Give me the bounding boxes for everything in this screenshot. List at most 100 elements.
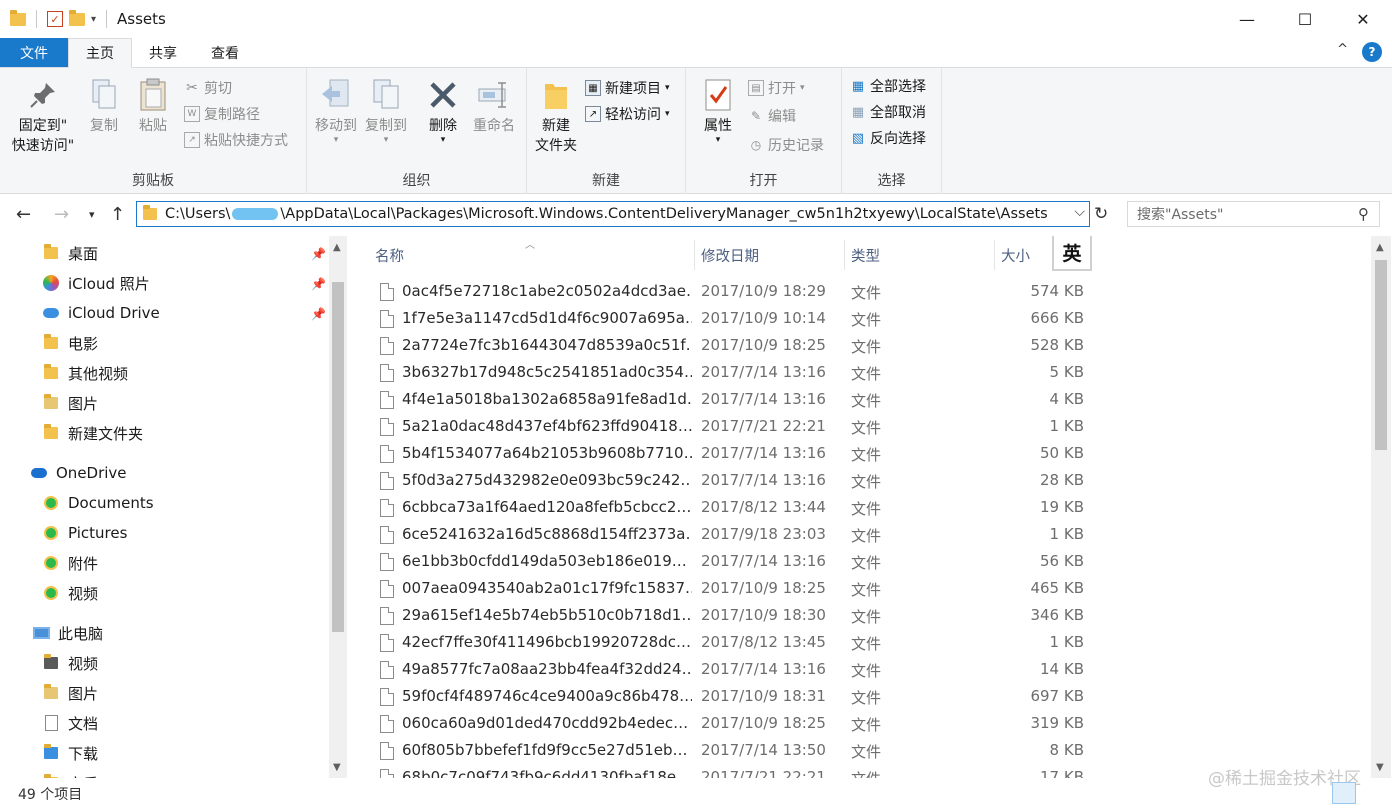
- nav-item-new-folder[interactable]: 新建文件夹: [42, 419, 143, 447]
- nav-item-other-videos[interactable]: 其他视频: [42, 359, 128, 387]
- pin-icon[interactable]: 📌: [311, 307, 326, 321]
- nav-item-onedrive-pictures[interactable]: Pictures: [42, 519, 127, 547]
- column-type[interactable]: 类型: [851, 245, 880, 266]
- copy-button[interactable]: 复制: [84, 78, 124, 136]
- nav-item-pc-documents[interactable]: 文档: [42, 709, 98, 737]
- collapse-ribbon-icon[interactable]: ^: [1337, 42, 1348, 62]
- select-all-button[interactable]: ▦ 全部选择: [850, 76, 926, 96]
- file-row[interactable]: 59f0cf4f489746c4ce9400a9c86b478… 2017/10/…: [350, 683, 1370, 710]
- nav-item-onedrive-videos[interactable]: 视频: [42, 579, 98, 607]
- file-date: 2017/7/14 13:16: [701, 363, 826, 381]
- file-row[interactable]: 3b6327b17d948c5c2541851ad0c354… 2017/7/14…: [350, 359, 1370, 386]
- nav-item-pc-pictures[interactable]: 图片: [42, 679, 98, 707]
- copy-to-button[interactable]: 复制到 ▾: [363, 78, 409, 145]
- back-arrow-icon[interactable]: ←: [16, 204, 31, 225]
- file-icon: [380, 337, 394, 355]
- forward-arrow-icon[interactable]: →: [54, 204, 69, 225]
- file-row[interactable]: 42ecf7ffe30f411496bcb19920728dc… 2017/8/1…: [350, 629, 1370, 656]
- cut-button[interactable]: ✂ 剪切: [184, 78, 232, 98]
- delete-button[interactable]: 删除 ▾: [423, 78, 463, 145]
- details-view-icon[interactable]: [1332, 782, 1356, 804]
- scroll-down-arrow-icon[interactable]: ▼: [1376, 762, 1384, 773]
- file-row[interactable]: 6cbbca73a1f64aed120a8fefb5cbcc2… 2017/8/1…: [350, 494, 1370, 521]
- file-row[interactable]: 6e1bb3b0cfdd149da503eb186e019… 2017/7/14 …: [350, 548, 1370, 575]
- select-none-button[interactable]: ▦ 全部取消: [850, 102, 926, 122]
- file-icon: [380, 580, 394, 598]
- file-row[interactable]: 5b4f1534077a64b21053b9608b7710… 2017/7/14…: [350, 440, 1370, 467]
- pin-icon[interactable]: 📌: [311, 277, 326, 291]
- tab-file[interactable]: 文件: [0, 38, 68, 67]
- nav-scrollbar[interactable]: ▲ ▼: [329, 236, 347, 778]
- large-icons-view-icon[interactable]: [1360, 782, 1384, 804]
- invert-selection-button[interactable]: ▧ 反向选择: [850, 128, 926, 148]
- pin-quick-access-button[interactable]: 固定到" 快速访问": [8, 78, 78, 156]
- file-row[interactable]: 060ca60a9d01ded470cdd92b4edec… 2017/10/9 …: [350, 710, 1370, 737]
- open-button[interactable]: ▤ 打开 ▾: [748, 78, 805, 98]
- paste-shortcut-button[interactable]: ↗ 粘贴快捷方式: [184, 130, 288, 150]
- refresh-icon[interactable]: ↻: [1094, 204, 1108, 224]
- help-icon[interactable]: ?: [1362, 42, 1382, 62]
- nav-item-pc-music[interactable]: 音乐: [42, 769, 98, 778]
- file-list-scrollbar-track[interactable]: ▲ ▼: [1371, 236, 1391, 778]
- nav-item-attachments[interactable]: 附件: [42, 549, 98, 577]
- history-button[interactable]: ◷ 历史记录: [748, 135, 824, 155]
- properties-icon[interactable]: ✓: [47, 11, 63, 27]
- new-folder-button[interactable]: 新建 文件夹: [531, 78, 581, 156]
- file-row[interactable]: 60f805b7bbefef1fd9f9cc5e27d51eb… 2017/7/1…: [350, 737, 1370, 764]
- file-row[interactable]: 007aea0943540ab2a01c17f9fc15837… 2017/10/…: [350, 575, 1370, 602]
- file-list-scrollbar-thumb[interactable]: [1375, 260, 1387, 450]
- recent-locations-icon[interactable]: ▾: [89, 208, 95, 221]
- nav-item-pc-videos[interactable]: 视频: [42, 649, 98, 677]
- nav-scrollbar-thumb[interactable]: [332, 282, 344, 632]
- nav-item-icloud-photos[interactable]: iCloud 照片: [42, 269, 150, 297]
- minimize-button[interactable]: —: [1218, 0, 1276, 38]
- paste-button[interactable]: 粘贴: [133, 78, 173, 136]
- nav-item-movies[interactable]: 电影: [42, 329, 98, 357]
- new-item-button[interactable]: ▦ 新建项目 ▾: [585, 78, 670, 98]
- file-row[interactable]: 5a21a0dac48d437ef4bf623ffd90418… 2017/7/2…: [350, 413, 1370, 440]
- scroll-up-arrow-icon[interactable]: ▲: [1376, 242, 1384, 253]
- file-row[interactable]: 29a615ef14e5b74eb5b510c0b718d1… 2017/10/9…: [350, 602, 1370, 629]
- scroll-up-arrow-icon[interactable]: ▲: [333, 242, 341, 253]
- address-dropdown-icon[interactable]: ⌵: [1074, 204, 1085, 220]
- nav-item-onedrive[interactable]: OneDrive: [30, 459, 127, 487]
- column-size[interactable]: 大小: [1001, 245, 1030, 266]
- pin-icon[interactable]: 📌: [311, 247, 326, 261]
- new-folder-icon[interactable]: [69, 9, 85, 26]
- navigation-pane: 桌面 📌 iCloud 照片 📌 iCloud Drive 📌 电影 其他视频 …: [0, 236, 350, 778]
- file-type: 文件: [851, 635, 882, 653]
- file-row[interactable]: 6ce5241632a16d5c8868d154ff2373a… 2017/9/1…: [350, 521, 1370, 548]
- file-row[interactable]: 4f4e1a5018ba1302a6858a91fe8ad1d… 2017/7/1…: [350, 386, 1370, 413]
- file-row[interactable]: 0ac4f5e72718c1abe2c0502a4dcd3ae… 2017/10/…: [350, 278, 1370, 305]
- column-modified-date[interactable]: 修改日期: [701, 245, 759, 266]
- easy-access-button[interactable]: ↗ 轻松访问 ▾: [585, 104, 670, 124]
- move-to-button[interactable]: 移动到 ▾: [313, 78, 359, 145]
- nav-item-icloud-drive[interactable]: iCloud Drive: [42, 299, 160, 327]
- tab-view[interactable]: 查看: [194, 38, 256, 67]
- up-arrow-icon[interactable]: ↑: [110, 204, 125, 225]
- customize-toolbar-icon[interactable]: ▾: [91, 14, 96, 25]
- tab-home[interactable]: 主页: [68, 38, 132, 68]
- file-row[interactable]: 1f7e5e3a1147cd5d1d4f6c9007a695a… 2017/10/…: [350, 305, 1370, 332]
- scroll-down-arrow-icon[interactable]: ▼: [333, 762, 341, 773]
- edit-button[interactable]: ✎ 编辑: [748, 106, 796, 126]
- file-row[interactable]: 5f0d3a275d432982e0e093bc59c242… 2017/7/14…: [350, 467, 1370, 494]
- search-input[interactable]: 搜索"Assets" ⚲: [1127, 201, 1380, 227]
- nav-item-this-pc[interactable]: 此电脑: [32, 619, 103, 647]
- file-size: 574 KB: [1030, 282, 1084, 300]
- rename-button[interactable]: 重命名: [469, 78, 519, 136]
- nav-item-pictures[interactable]: 图片: [42, 389, 98, 417]
- file-row[interactable]: 2a7724e7fc3b16443047d8539a0c51f… 2017/10/…: [350, 332, 1370, 359]
- properties-button[interactable]: 属性 ▾: [698, 78, 738, 145]
- close-button[interactable]: ✕: [1334, 0, 1392, 38]
- tab-share[interactable]: 共享: [132, 38, 194, 67]
- maximize-button[interactable]: ☐: [1276, 0, 1334, 38]
- address-bar[interactable]: C:\Users\ \AppData\Local\Packages\Microso…: [136, 201, 1090, 227]
- column-name[interactable]: 名称: [375, 245, 404, 266]
- file-row[interactable]: 49a8577fc7a08aa23bb4fea4f32dd24… 2017/7/1…: [350, 656, 1370, 683]
- nav-item-desktop[interactable]: 桌面: [42, 239, 98, 267]
- copy-path-button[interactable]: W 复制路径: [184, 104, 260, 124]
- nav-item-pc-downloads[interactable]: 下载: [42, 739, 98, 767]
- nav-item-documents[interactable]: Documents: [42, 489, 154, 517]
- file-size: 319 KB: [1030, 714, 1084, 732]
